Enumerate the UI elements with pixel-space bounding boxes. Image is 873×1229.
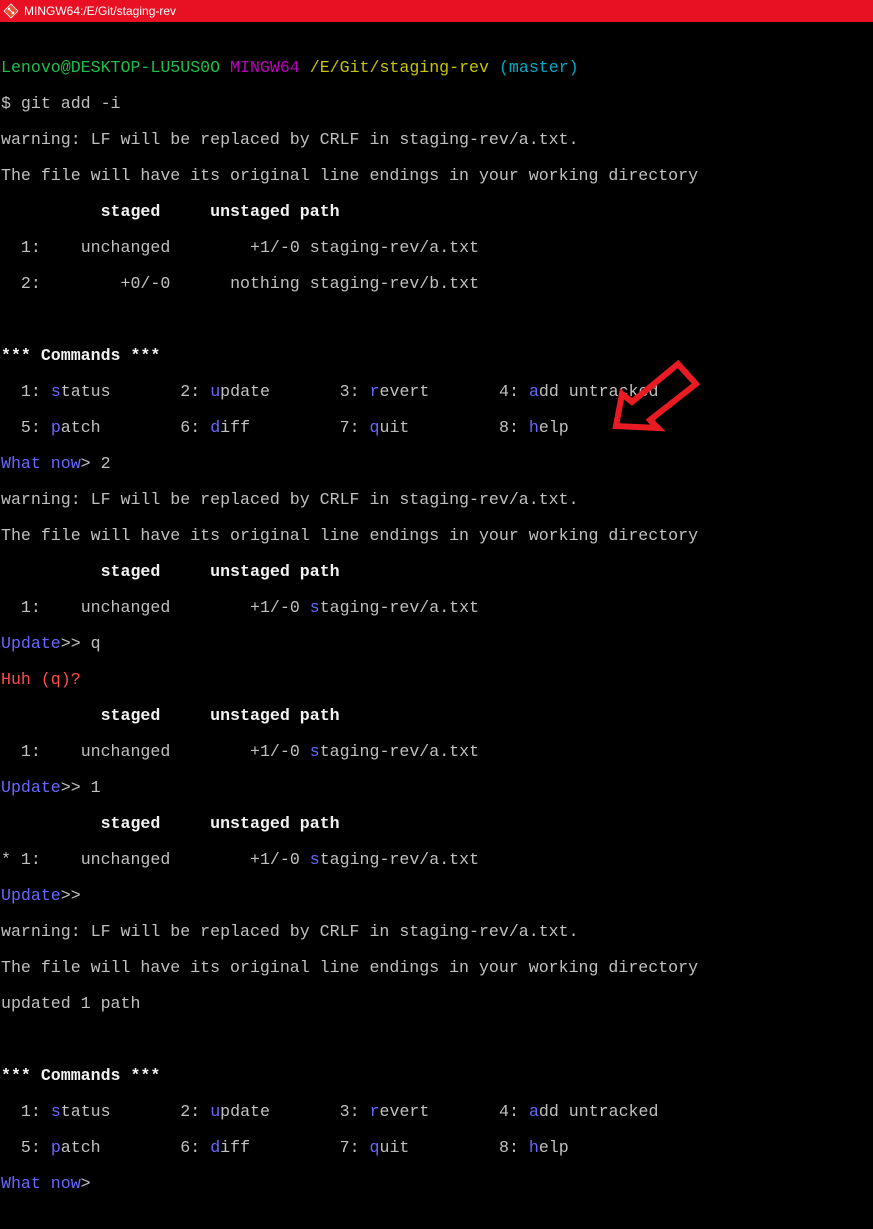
status-row: 1: unchanged +1/-0 staging-rev/a.txt [20, 598, 480, 617]
update-prompt: Update>> [1, 886, 81, 905]
status-row: * 1: unchanged +1/-0 staging-rev/a.txt [1, 850, 480, 869]
status-header: staged unstaged path [100, 814, 340, 833]
title-bar[interactable]: MINGW64:/E/Git/staging-rev [0, 0, 873, 22]
update-prompt: Update>> 1 [1, 778, 101, 797]
warning-line: warning: LF will be replaced by CRLF in … [1, 922, 579, 941]
annotation-arrow-icon [612, 360, 700, 432]
prompt-path: /E/Git/staging-rev [309, 58, 489, 77]
commands-row: 5: patch 6: diff 7: quit 8: help [20, 418, 569, 437]
warning-line: The file will have its original line end… [1, 958, 699, 977]
status-header: staged unstaged path [100, 202, 340, 221]
git-bash-icon [3, 3, 19, 19]
command-line: $ git add -i [1, 94, 121, 113]
updated-message: updated 1 path [1, 994, 141, 1013]
commands-row: 1: status 2: update 3: revert 4: add unt… [20, 1102, 659, 1121]
prompt-system: MINGW64 [230, 58, 300, 77]
warning-line: The file will have its original line end… [1, 526, 699, 545]
what-now-prompt: What now> [1, 1174, 91, 1193]
warning-line: The file will have its original line end… [1, 166, 699, 185]
error-message: Huh (q)? [1, 670, 81, 689]
warning-line: warning: LF will be replaced by CRLF in … [1, 490, 579, 509]
commands-header: *** Commands *** [1, 346, 161, 365]
prompt-user: Lenovo@DESKTOP-LU5US0O [1, 58, 221, 77]
status-header: staged unstaged path [100, 562, 340, 581]
update-prompt: Update>> q [1, 634, 101, 653]
terminal-output[interactable]: Lenovo@DESKTOP-LU5US0O MINGW64 /E/Git/st… [1, 41, 873, 1193]
commands-header: *** Commands *** [1, 1066, 161, 1085]
prompt-branch: (master) [498, 58, 579, 77]
status-row: 1: unchanged +1/-0 staging-rev/a.txt [20, 742, 480, 761]
status-row: 1: unchanged +1/-0 staging-rev/a.txt [20, 238, 480, 257]
warning-line: warning: LF will be replaced by CRLF in … [1, 130, 579, 149]
status-row: 2: +0/-0 nothing staging-rev/b.txt [20, 274, 480, 293]
window-title: MINGW64:/E/Git/staging-rev [24, 4, 177, 18]
what-now-prompt: What now> 2 [1, 454, 111, 473]
terminal-window: MINGW64:/E/Git/staging-rev Lenovo@DESKTO… [0, 0, 873, 1193]
commands-row: 5: patch 6: diff 7: quit 8: help [20, 1138, 569, 1157]
status-header: staged unstaged path [100, 706, 340, 725]
commands-row: 1: status 2: update 3: revert 4: add unt… [20, 382, 659, 401]
